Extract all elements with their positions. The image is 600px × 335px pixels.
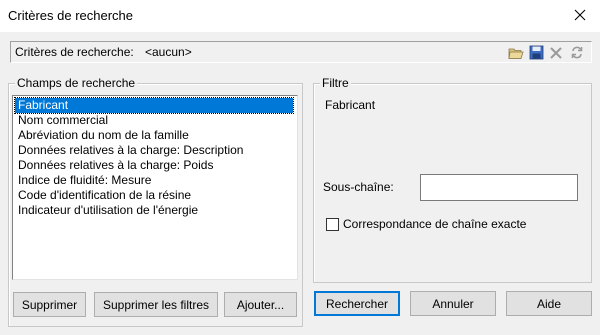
list-item[interactable]: Données relatives à la charge: Poids: [15, 158, 293, 173]
list-item[interactable]: Fabricant: [14, 97, 294, 114]
refresh-icon[interactable]: [568, 44, 586, 61]
list-item[interactable]: Données relatives à la charge: Descripti…: [15, 143, 293, 158]
filter-field-title: Fabricant: [325, 98, 376, 112]
filter-legend: Filtre: [320, 76, 351, 90]
substring-label: Sous-chaîne:: [323, 180, 394, 194]
title-bar: Critères de recherche: [0, 0, 600, 32]
criteria-label: Critères de recherche:: [15, 45, 134, 59]
add-field-button[interactable]: Ajouter...: [224, 292, 297, 317]
save-icon[interactable]: [527, 44, 545, 61]
delete-field-button[interactable]: Supprimer: [13, 292, 86, 317]
list-item[interactable]: Indice de fluidité: Mesure: [15, 173, 293, 188]
list-item[interactable]: Indicateur d'utilisation de l'énergie: [15, 203, 293, 218]
list-item[interactable]: Nom commercial: [15, 113, 293, 128]
window-title: Critères de recherche: [8, 8, 133, 23]
substring-input[interactable]: [420, 174, 578, 201]
close-button[interactable]: [566, 2, 594, 28]
exact-match-row[interactable]: Correspondance de chaîne exacte: [326, 217, 526, 231]
clear-filters-button[interactable]: Supprimer les filtres: [94, 292, 218, 317]
exact-match-label: Correspondance de chaîne exacte: [343, 217, 527, 231]
delete-icon[interactable]: [547, 44, 565, 61]
criteria-value: <aucun>: [145, 45, 192, 59]
exact-match-checkbox[interactable]: [326, 217, 339, 231]
cancel-button[interactable]: Annuler: [410, 291, 496, 316]
search-criteria-dialog: Critères de recherche Critères de recher…: [0, 0, 600, 335]
open-folder-icon[interactable]: [507, 44, 525, 61]
close-icon: [574, 9, 586, 21]
list-item[interactable]: Abréviation du nom de la famille: [15, 128, 293, 143]
criteria-bar: Critères de recherche: <aucun>: [10, 41, 592, 63]
help-button[interactable]: Aide: [506, 291, 592, 316]
search-fields-legend: Champs de recherche: [15, 76, 138, 90]
search-fields-list[interactable]: Fabricant Nom commercial Abréviation du …: [12, 95, 298, 280]
list-item[interactable]: Code d'identification de la résine: [15, 188, 293, 203]
search-button[interactable]: Rechercher: [314, 291, 400, 316]
